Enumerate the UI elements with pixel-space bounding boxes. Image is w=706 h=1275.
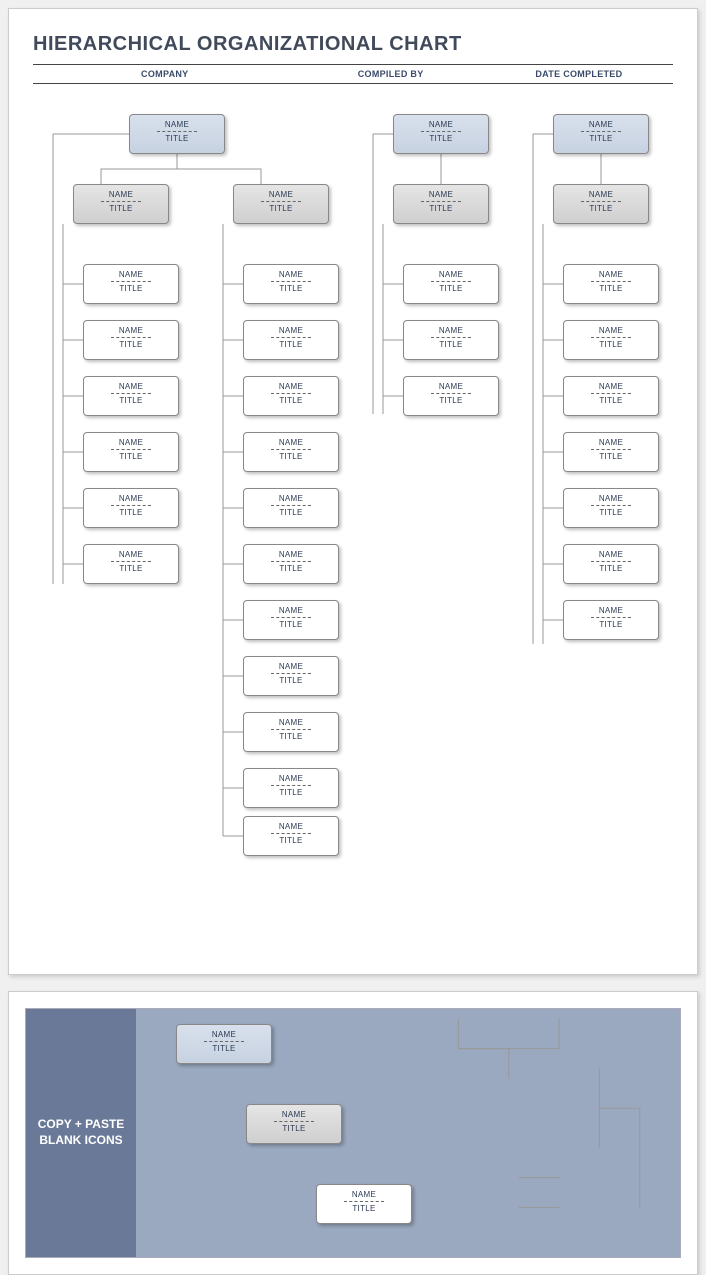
meta-compiled-by: COMPILED BY [297, 65, 485, 83]
org-node-root[interactable]: NAMETITLE [553, 114, 649, 154]
org-node-leaf[interactable]: NAMETITLE [83, 320, 179, 360]
org-node-leaf[interactable]: NAMETITLE [563, 376, 659, 416]
meta-date: DATE COMPLETED [485, 65, 673, 83]
org-node-manager[interactable]: NAMETITLE [553, 184, 649, 224]
chart-area: NAMETITLE NAMETITLE NAMETITLE NAMETITLE … [33, 104, 673, 934]
palette-heading: COPY + PASTE BLANK ICONS [26, 1009, 136, 1257]
org-node-manager[interactable]: NAMETITLE [233, 184, 329, 224]
org-node-leaf[interactable]: NAMETITLE [563, 320, 659, 360]
org-node-leaf[interactable]: NAMETITLE [83, 376, 179, 416]
org-node-leaf[interactable]: NAMETITLE [243, 544, 339, 584]
org-node-leaf[interactable]: NAMETITLE [243, 264, 339, 304]
org-node-leaf[interactable]: NAMETITLE [243, 432, 339, 472]
org-node-manager[interactable]: NAMETITLE [393, 184, 489, 224]
org-node-leaf[interactable]: NAMETITLE [403, 376, 499, 416]
org-node-leaf[interactable]: NAMETITLE [243, 816, 339, 856]
org-node-leaf[interactable]: NAMETITLE [243, 320, 339, 360]
org-node-leaf[interactable]: NAMETITLE [563, 544, 659, 584]
org-node-leaf[interactable]: NAMETITLE [83, 488, 179, 528]
org-node-leaf[interactable]: NAMETITLE [403, 264, 499, 304]
org-node-leaf[interactable]: NAMETITLE [563, 488, 659, 528]
org-node-manager[interactable]: NAMETITLE [73, 184, 169, 224]
palette-node-blue[interactable]: NAMETITLE [176, 1024, 272, 1064]
meta-row: COMPANY COMPILED BY DATE COMPLETED [33, 64, 673, 84]
org-node-leaf[interactable]: NAMETITLE [243, 768, 339, 808]
palette-node-white[interactable]: NAMETITLE [316, 1184, 412, 1224]
org-node-root[interactable]: NAMETITLE [129, 114, 225, 154]
org-node-leaf[interactable]: NAMETITLE [563, 432, 659, 472]
org-node-root[interactable]: NAMETITLE [393, 114, 489, 154]
org-node-leaf[interactable]: NAMETITLE [243, 376, 339, 416]
org-node-leaf[interactable]: NAMETITLE [243, 600, 339, 640]
org-node-leaf[interactable]: NAMETITLE [83, 264, 179, 304]
org-node-leaf[interactable]: NAMETITLE [563, 264, 659, 304]
palette-panel: COPY + PASTE BLANK ICONS NAMETITLE NAMET… [8, 991, 698, 1275]
org-node-leaf[interactable]: NAMETITLE [243, 712, 339, 752]
palette-area: NAMETITLE NAMETITLE NAMETITLE [136, 1009, 680, 1257]
org-node-leaf[interactable]: NAMETITLE [243, 488, 339, 528]
org-chart-page: HIERARCHICAL ORGANIZATIONAL CHART COMPAN… [8, 8, 698, 975]
org-node-leaf[interactable]: NAMETITLE [563, 600, 659, 640]
org-node-leaf[interactable]: NAMETITLE [83, 544, 179, 584]
org-node-leaf[interactable]: NAMETITLE [243, 656, 339, 696]
meta-company: COMPANY [33, 65, 297, 83]
page-title: HIERARCHICAL ORGANIZATIONAL CHART [33, 33, 673, 56]
org-node-leaf[interactable]: NAMETITLE [403, 320, 499, 360]
org-node-leaf[interactable]: NAMETITLE [83, 432, 179, 472]
palette-node-gray[interactable]: NAMETITLE [246, 1104, 342, 1144]
